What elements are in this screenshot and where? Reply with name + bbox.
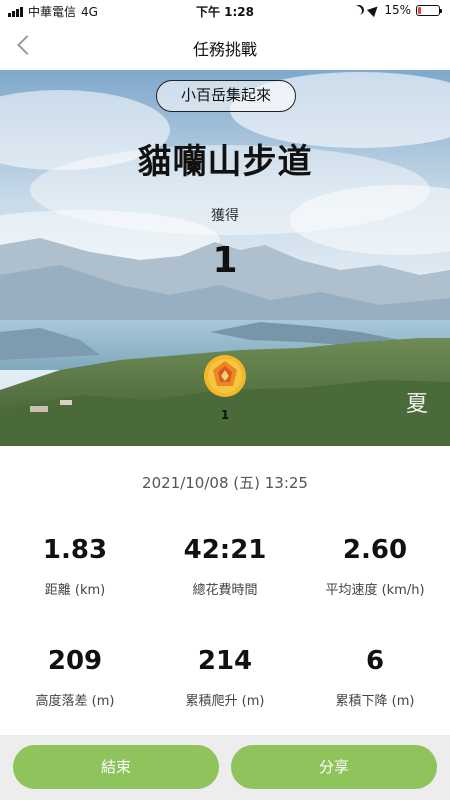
battery-percent: 15% — [384, 3, 411, 17]
stat-value: 209 — [47, 646, 103, 676]
battery-icon — [416, 4, 442, 16]
page-title: 任務挑戰 — [192, 40, 257, 59]
stat-label: 累積爬升 (m) — [185, 694, 265, 709]
stat-total-descent: 6 累積下降 (m) — [300, 646, 450, 709]
stat-value: 214 — [197, 646, 253, 676]
earned-count: 1 — [212, 240, 238, 281]
stat-label: 高度落差 (m) — [35, 694, 115, 709]
stat-label: 總花費時間 — [192, 583, 258, 598]
medal-count: 1 — [220, 408, 230, 422]
stat-average-speed: 2.60 平均速度 (km/h) — [300, 535, 450, 598]
do-not-disturb-icon — [352, 6, 362, 16]
stat-distance: 1.83 距離 (km) — [0, 535, 150, 598]
status-right: 15% — [352, 2, 442, 18]
battery-level — [418, 6, 421, 14]
earned-label: 獲得 — [211, 208, 239, 224]
photo-watermark: 夏 — [406, 392, 429, 417]
stat-value: 6 — [365, 646, 385, 676]
stat-label: 累積下降 (m) — [335, 694, 415, 709]
stat-value: 2.60 — [342, 535, 408, 565]
trail-name: 貓囒山步道 — [137, 142, 313, 182]
stat-elevation-difference: 209 高度落差 (m) — [0, 646, 150, 709]
stat-total-time: 42:21 總花費時間 — [150, 535, 300, 598]
medal-icon — [204, 355, 246, 397]
stat-value: 1.83 — [42, 535, 108, 565]
stat-label: 平均速度 (km/h) — [325, 583, 425, 598]
nav-bar: 任務挑戰 — [0, 22, 450, 70]
collection-tag: 小百岳集起來 — [156, 80, 296, 112]
end-button[interactable]: 結束 — [13, 745, 219, 789]
stat-label: 距離 (km) — [44, 583, 106, 598]
status-bar: 中華電信 4G 下午 1:28 15% — [0, 0, 450, 22]
stat-value: 42:21 — [183, 535, 267, 565]
activity-date: 2021/10/08 (五) 13:25 — [142, 474, 308, 492]
share-button[interactable]: 分享 — [231, 745, 437, 789]
hero-banner: 小百岳集起來 貓囒山步道 獲得 1 1 夏 — [0, 70, 450, 446]
location-icon — [367, 2, 382, 18]
action-footer: 結束 分享 — [0, 735, 450, 800]
stat-total-ascent: 214 累積爬升 (m) — [150, 646, 300, 709]
